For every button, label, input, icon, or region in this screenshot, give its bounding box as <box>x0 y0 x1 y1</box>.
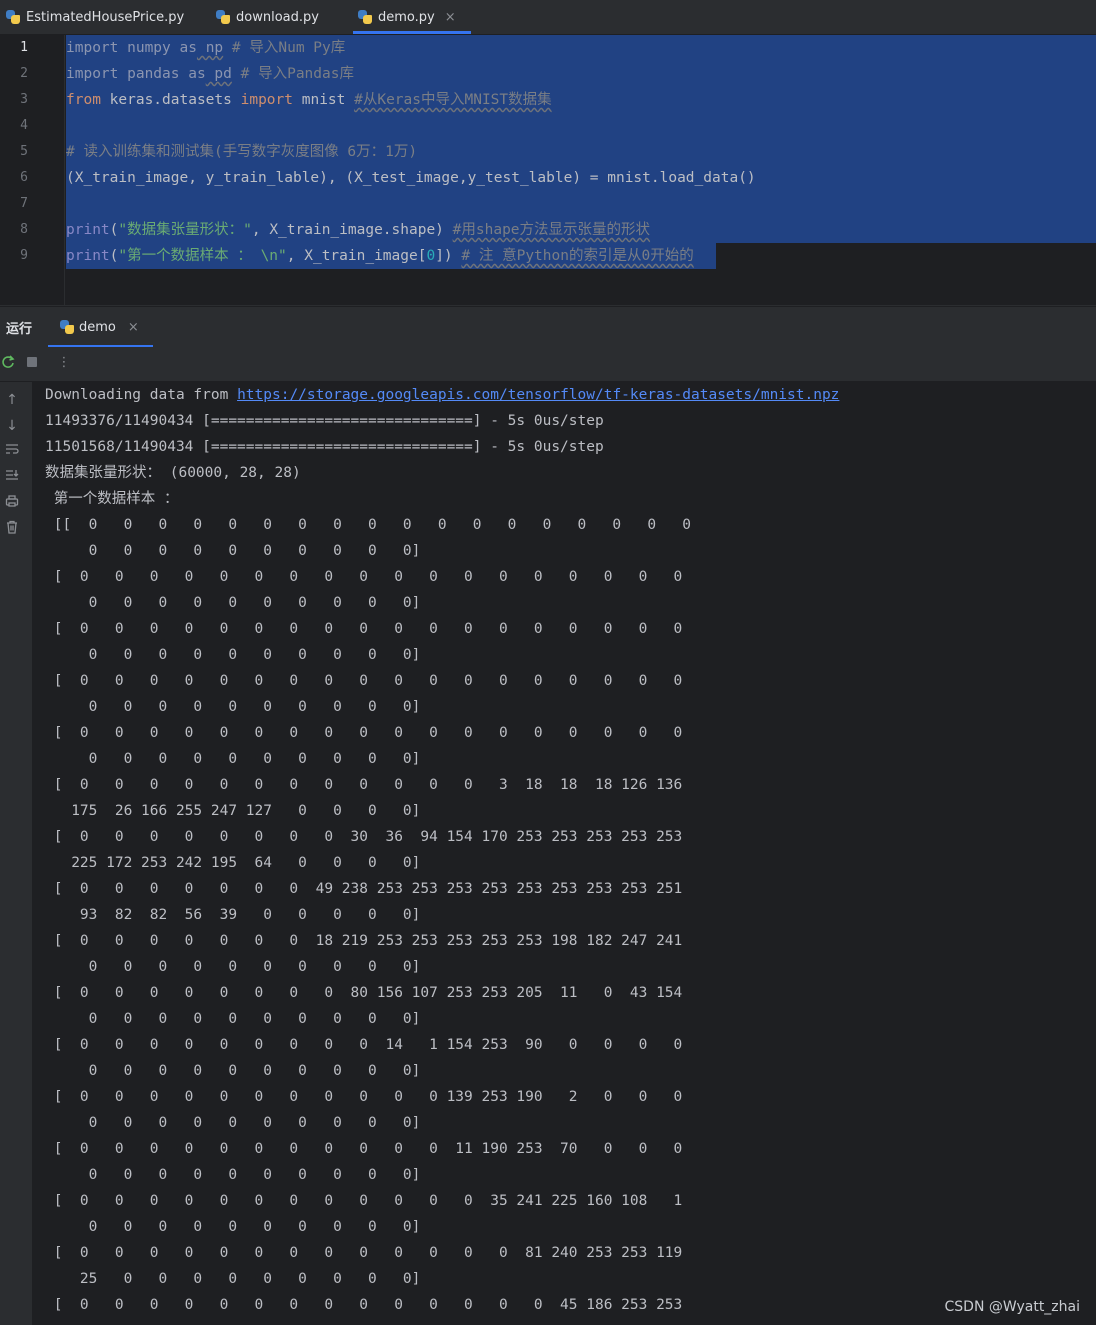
console-line: 175 26 166 255 247 127 0 0 0 0] <box>45 803 421 819</box>
tab-demo[interactable]: demo.py × <box>353 0 471 34</box>
python-file-icon <box>6 10 20 24</box>
console-line: 0 0 0 0 0 0 0 0 0 0] <box>45 699 421 715</box>
console-side-toolbar: ↑ ↓ <box>0 382 33 1325</box>
console-line: 数据集张量形状： (60000, 28, 28) <box>45 465 301 481</box>
rerun-icon[interactable] <box>0 355 16 371</box>
python-file-icon <box>60 320 74 334</box>
line-number: 3 <box>20 92 28 107</box>
console-line: 0 0 0 0 0 0 0 0 0 0] <box>45 595 421 611</box>
more-options-icon[interactable]: ⋮ <box>56 355 72 371</box>
console-line: [ 0 0 0 0 0 0 0 0 30 36 94 154 170 253 2… <box>45 829 683 845</box>
watermark: CSDN @Wyatt_zhai <box>944 1299 1081 1315</box>
run-toolbar: ⋮ <box>0 347 1096 382</box>
console-line: 0 0 0 0 0 0 0 0 0 0] <box>45 1167 421 1183</box>
line-number: 8 <box>20 222 28 237</box>
code-line-9: print("第一个数据样本 ： \n", X_train_image[0]) … <box>66 248 694 264</box>
console-line: 0 0 0 0 0 0 0 0 0 0] <box>45 959 421 975</box>
run-tab-label: demo <box>79 319 116 335</box>
line-number: 9 <box>20 248 28 263</box>
console-line: [ 0 0 0 0 0 0 0 0 0 0 0 0 0 0 0 0 0 0 <box>45 621 683 637</box>
console-line: [ 0 0 0 0 0 0 0 0 0 0 0 11 190 253 70 0 … <box>45 1141 683 1157</box>
console-line: 225 172 253 242 195 64 0 0 0 0] <box>45 855 421 871</box>
console-line: [ 0 0 0 0 0 0 0 0 0 0 0 139 253 190 2 0 … <box>45 1089 683 1105</box>
console-line: [ 0 0 0 0 0 0 0 49 238 253 253 253 253 2… <box>45 881 683 897</box>
console-line: 0 0 0 0 0 0 0 0 0 0] <box>45 1219 421 1235</box>
code-line-3: from keras.datasets import mnist #从Keras… <box>66 92 552 108</box>
python-file-icon <box>358 10 372 24</box>
console-line: [ 0 0 0 0 0 0 0 0 0 0 0 0 0 0 0 0 0 0 <box>45 569 683 585</box>
line-number: 5 <box>20 144 28 159</box>
console-line: [ 0 0 0 0 0 0 0 0 0 0 0 0 0 81 240 253 2… <box>45 1245 683 1261</box>
console-line: 0 0 0 0 0 0 0 0 0 0] <box>45 1115 421 1131</box>
line-number: 7 <box>20 196 28 211</box>
code-editor[interactable]: 1 2 3 4 5 6 7 8 9 import numpy as np # 导… <box>0 35 1096 305</box>
code-line-1: import numpy as np # 导入Num Py库 <box>66 40 346 56</box>
line-number-gutter: 1 2 3 4 5 6 7 8 9 <box>0 35 65 305</box>
code-line-2: import pandas as pd # 导入Pandas库 <box>66 66 354 82</box>
console-line: 0 0 0 0 0 0 0 0 0 0] <box>45 1011 421 1027</box>
console-line: [ 0 0 0 0 0 0 0 18 219 253 253 253 253 2… <box>45 933 683 949</box>
close-icon[interactable]: × <box>445 10 456 25</box>
console-line: [ 0 0 0 0 0 0 0 0 0 0 0 0 3 18 18 18 126… <box>45 777 683 793</box>
console-line: 0 0 0 0 0 0 0 0 0 0] <box>45 751 421 767</box>
console-line: 25 0 0 0 0 0 0 0 0 0] <box>45 1271 421 1287</box>
arrow-down-icon[interactable]: ↓ <box>2 416 22 436</box>
console-line: [ 0 0 0 0 0 0 0 0 0 0 0 0 0 0 45 186 253… <box>45 1297 683 1313</box>
line-number: 6 <box>20 170 28 185</box>
run-panel-title: 运行 <box>6 322 33 337</box>
console-line: [ 0 0 0 0 0 0 0 0 0 14 1 154 253 90 0 0 … <box>45 1037 683 1053</box>
python-file-icon <box>216 10 230 24</box>
console-line: 93 82 82 56 39 0 0 0 0 0] <box>45 907 421 923</box>
stop-icon[interactable] <box>24 355 40 371</box>
console-line: [ 0 0 0 0 0 0 0 0 80 156 107 253 253 205… <box>45 985 683 1001</box>
line-number: 2 <box>20 66 28 81</box>
console-line: [ 0 0 0 0 0 0 0 0 0 0 0 0 0 0 0 0 0 0 <box>45 673 683 689</box>
console-line: 0 0 0 0 0 0 0 0 0 0] <box>45 1063 421 1079</box>
arrow-up-icon[interactable]: ↑ <box>2 390 22 410</box>
line-number: 1 <box>20 40 28 55</box>
console-line: [[ 0 0 0 0 0 0 0 0 0 0 0 0 0 0 0 0 0 0 <box>45 517 692 533</box>
tab-label: download.py <box>236 9 319 25</box>
tab-label: EstimatedHousePrice.py <box>26 9 185 25</box>
tab-download[interactable]: download.py <box>216 0 319 34</box>
trash-icon[interactable] <box>2 520 22 540</box>
console-line: 第一个数据样本 ： <box>45 491 179 507</box>
code-line-8: print("数据集张量形状：", X_train_image.shape) #… <box>66 222 651 238</box>
console-line: 0 0 0 0 0 0 0 0 0 0] <box>45 543 421 559</box>
console-line: 11493376/11490434 [=====================… <box>45 413 604 429</box>
console-line: [ 0 0 0 0 0 0 0 0 0 0 0 0 35 241 225 160… <box>45 1193 683 1209</box>
tab-estimated-house-price[interactable]: EstimatedHousePrice.py <box>6 0 184 34</box>
run-panel-header: 运行 demo × <box>0 306 1096 347</box>
console-line: 11501568/11490434 [=====================… <box>45 439 604 455</box>
run-tab-demo[interactable]: demo × <box>48 307 153 347</box>
soft-wrap-icon[interactable] <box>2 442 22 462</box>
editor-tab-bar: EstimatedHousePrice.py download.py demo.… <box>0 0 1096 35</box>
line-number: 4 <box>20 118 28 133</box>
print-icon[interactable] <box>2 494 22 514</box>
code-line-6: (X_train_image, y_train_lable), (X_test_… <box>66 170 756 186</box>
console-download-line: Downloading data from https://storage.go… <box>45 387 840 403</box>
console-line: 0 0 0 0 0 0 0 0 0 0] <box>45 647 421 663</box>
close-icon[interactable]: × <box>128 320 139 335</box>
download-url-link[interactable]: https://storage.googleapis.com/tensorflo… <box>237 387 839 403</box>
console-line: [ 0 0 0 0 0 0 0 0 0 0 0 0 0 0 0 0 0 0 <box>45 725 683 741</box>
tab-label: demo.py <box>378 9 435 25</box>
code-line-5: # 读入训练集和测试集(手写数字灰度图像 6万：1万) <box>66 144 418 160</box>
run-console-output[interactable]: Downloading data from https://storage.go… <box>33 382 1096 1325</box>
scroll-to-end-icon[interactable] <box>2 468 22 488</box>
